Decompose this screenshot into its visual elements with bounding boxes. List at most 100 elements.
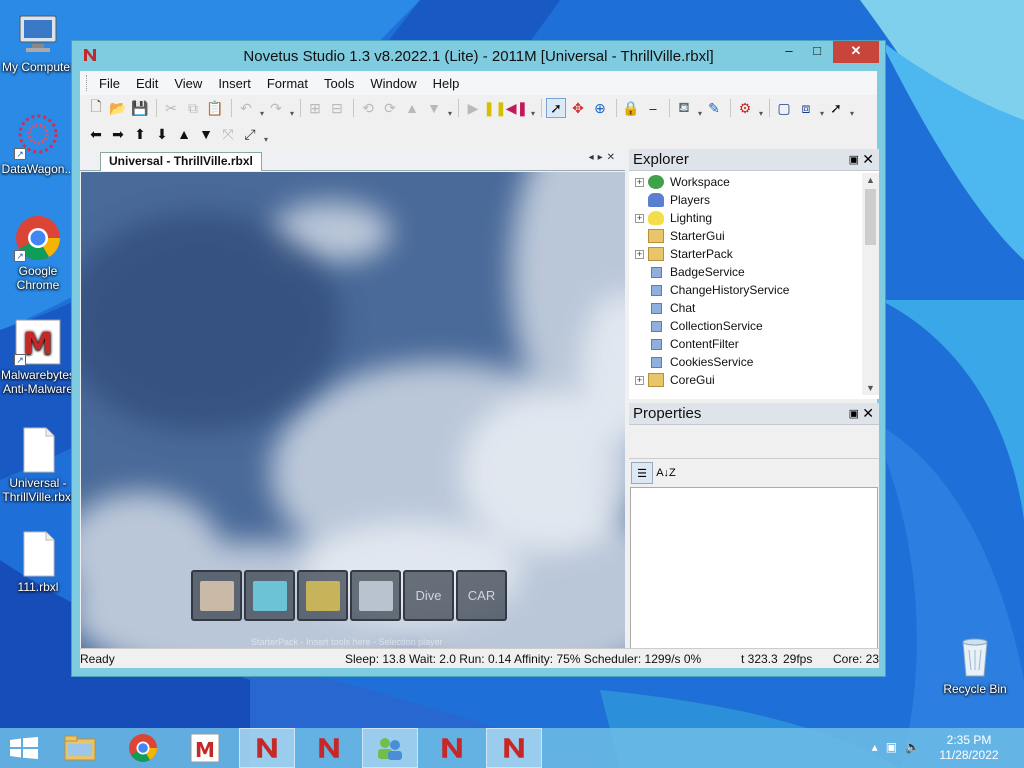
document-tab[interactable]: Universal - ThrillVille.rbxl [100, 152, 262, 171]
play-icon[interactable]: ▶ [463, 98, 483, 118]
desktop-icon-111-file[interactable]: 111.rbxl [0, 530, 76, 594]
window-titlebar[interactable]: Novetus Studio 1.3 v8.2022.1 (Lite) - 20… [72, 41, 885, 71]
expand-icon[interactable]: + [635, 213, 644, 223]
volume-icon[interactable]: 🔈 [905, 740, 920, 754]
reset-icon[interactable]: ◀❚ [506, 98, 529, 118]
hotbar-slot-tool[interactable] [297, 570, 348, 621]
close-icon[interactable]: ✕ [862, 151, 874, 168]
move-up-icon[interactable]: ▲ [402, 98, 422, 118]
taskbar-novetus-2[interactable] [301, 728, 357, 768]
redo-dropdown-icon[interactable]: ▾ [288, 98, 296, 118]
move-down-icon[interactable]: ▼ [424, 98, 444, 118]
pan-right-icon[interactable]: ➡ [108, 124, 128, 144]
desktop-icon-datawagon[interactable]: ↗ DataWagon... [0, 112, 76, 176]
zoom-out-icon[interactable]: ▼ [196, 124, 216, 144]
tree-item-cookiesservice[interactable]: CookiesService [629, 353, 861, 371]
new-file-icon[interactable]: 🗋 [86, 98, 106, 118]
zoom-in-icon[interactable]: ▲ [174, 124, 194, 144]
menu-window[interactable]: Window [362, 76, 424, 91]
paint-bucket-icon[interactable]: ⛾ [674, 98, 694, 118]
minimize-button[interactable]: – [775, 41, 803, 63]
toolbar-grip[interactable] [86, 75, 89, 91]
menu-tools[interactable]: Tools [316, 76, 362, 91]
tilt-up-icon[interactable]: ⬆ [130, 124, 150, 144]
hotbar-slot-hammer[interactable] [350, 570, 401, 621]
undo-dropdown-icon[interactable]: ▾ [258, 98, 266, 118]
menu-edit[interactable]: Edit [128, 76, 166, 91]
desktop-icon-recycle-bin[interactable]: Recycle Bin [937, 632, 1013, 696]
expand-icon[interactable]: + [635, 249, 644, 259]
pan-left-icon[interactable]: ⬅ [86, 124, 106, 144]
menu-file[interactable]: File [91, 76, 128, 91]
close-icon[interactable]: ✕ [862, 405, 874, 422]
tree-item-coregui[interactable]: + CoreGui [629, 371, 861, 389]
look-at-icon[interactable]: ⤧ [218, 124, 238, 144]
paint-dropdown-icon[interactable]: ▾ [696, 98, 704, 118]
taskbar-novetus-1[interactable] [239, 728, 295, 768]
move-tool-icon[interactable]: ✥ [568, 98, 588, 118]
tree-item-changehistoryservice[interactable]: ChangeHistoryService [629, 281, 861, 299]
expand-icon[interactable]: + [635, 177, 644, 187]
rotate-right-icon[interactable]: ⟳ [380, 98, 400, 118]
paste-icon[interactable]: 📋 [205, 98, 225, 118]
open-folder-icon[interactable]: 📂 [108, 98, 128, 118]
menu-insert[interactable]: Insert [210, 76, 259, 91]
select-cursor-icon[interactable]: ➚ [546, 98, 566, 118]
ungroup-icon[interactable]: ⊟ [327, 98, 347, 118]
hotbar-slot-brick[interactable] [191, 570, 242, 621]
pause-icon[interactable]: ❚❚ [483, 98, 506, 118]
toolbar-overflow-icon[interactable]: ▾ [529, 98, 537, 118]
toolbar-overflow-icon[interactable]: ▾ [848, 98, 856, 118]
surface-icon[interactable]: ⚙ [735, 98, 755, 118]
tree-item-collectionservice[interactable]: CollectionService [629, 317, 861, 335]
alphabetical-icon[interactable]: A↓Z [655, 462, 677, 484]
tree-item-badgeservice[interactable]: BadgeService [629, 263, 861, 281]
desktop-icon-malwarebytes[interactable]: M ↗ Malwarebytes Anti-Malware [0, 318, 76, 396]
anchor-icon[interactable]: ⎯ [643, 98, 663, 118]
tree-item-players[interactable]: Players [629, 191, 861, 209]
toolbar-overflow-icon[interactable]: ▾ [818, 98, 826, 118]
close-button[interactable]: ✕ [833, 41, 879, 63]
clock[interactable]: 2:35 PM 11/28/2022 [934, 733, 1004, 763]
tree-item-startergui[interactable]: StarterGui [629, 227, 861, 245]
3d-viewport[interactable]: Dive CAR StarterPack - Insert tools here… [81, 172, 625, 650]
scrollbar-thumb[interactable] [865, 189, 876, 245]
material-icon[interactable]: ✎ [704, 98, 724, 118]
scroll-down-icon[interactable]: ▼ [866, 383, 875, 393]
show-hidden-icons-icon[interactable]: ▴ [872, 740, 878, 754]
undo-icon[interactable]: ↶ [236, 98, 256, 118]
hotbar-slot-paint[interactable] [244, 570, 295, 621]
pin-icon[interactable]: ▣ [849, 153, 859, 166]
tree-item-contentfilter[interactable]: ContentFilter [629, 335, 861, 353]
resize-tool-icon[interactable]: ⊕ [590, 98, 610, 118]
expand-icon[interactable]: + [635, 375, 644, 385]
taskbar-user-accounts[interactable] [362, 728, 418, 768]
group-icon[interactable]: ⊞ [305, 98, 325, 118]
copy-icon[interactable]: ⧉ [183, 98, 203, 118]
categorized-icon[interactable]: ☰ [631, 462, 653, 484]
taskbar-novetus-studio[interactable] [486, 728, 542, 768]
windows-start-icon[interactable] [10, 737, 38, 759]
hotbar-slot-dive[interactable]: Dive [403, 570, 454, 621]
desktop-icon-chrome[interactable]: ↗ Google Chrome [0, 214, 76, 292]
tab-navigation[interactable]: ◂▸✕ [589, 152, 619, 163]
pin-icon[interactable]: ▣ [849, 407, 859, 420]
menu-format[interactable]: Format [259, 76, 316, 91]
toolbar-overflow-icon[interactable]: ▾ [446, 98, 454, 118]
zoom-extents-icon[interactable]: ⧈ [796, 98, 816, 118]
menu-help[interactable]: Help [425, 76, 468, 91]
scroll-up-icon[interactable]: ▲ [866, 175, 875, 185]
desktop-icon-thrillville-file[interactable]: Universal - ThrillVille.rbxl [0, 426, 76, 504]
menu-view[interactable]: View [166, 76, 210, 91]
redo-icon[interactable]: ↷ [266, 98, 286, 118]
tree-item-chat[interactable]: Chat [629, 299, 861, 317]
taskbar-novetus-3[interactable] [424, 728, 480, 768]
properties-grid[interactable] [630, 487, 878, 649]
hotbar-slot-car[interactable]: CAR [456, 570, 507, 621]
desktop-icon-my-computer[interactable]: My Computer [0, 10, 76, 74]
maximize-button[interactable]: □ [803, 41, 831, 63]
tree-item-starterpack[interactable]: + StarterPack [629, 245, 861, 263]
surface-dropdown-icon[interactable]: ▾ [757, 98, 765, 118]
taskbar-file-explorer[interactable] [52, 728, 108, 768]
save-icon[interactable]: 💾 [130, 98, 150, 118]
